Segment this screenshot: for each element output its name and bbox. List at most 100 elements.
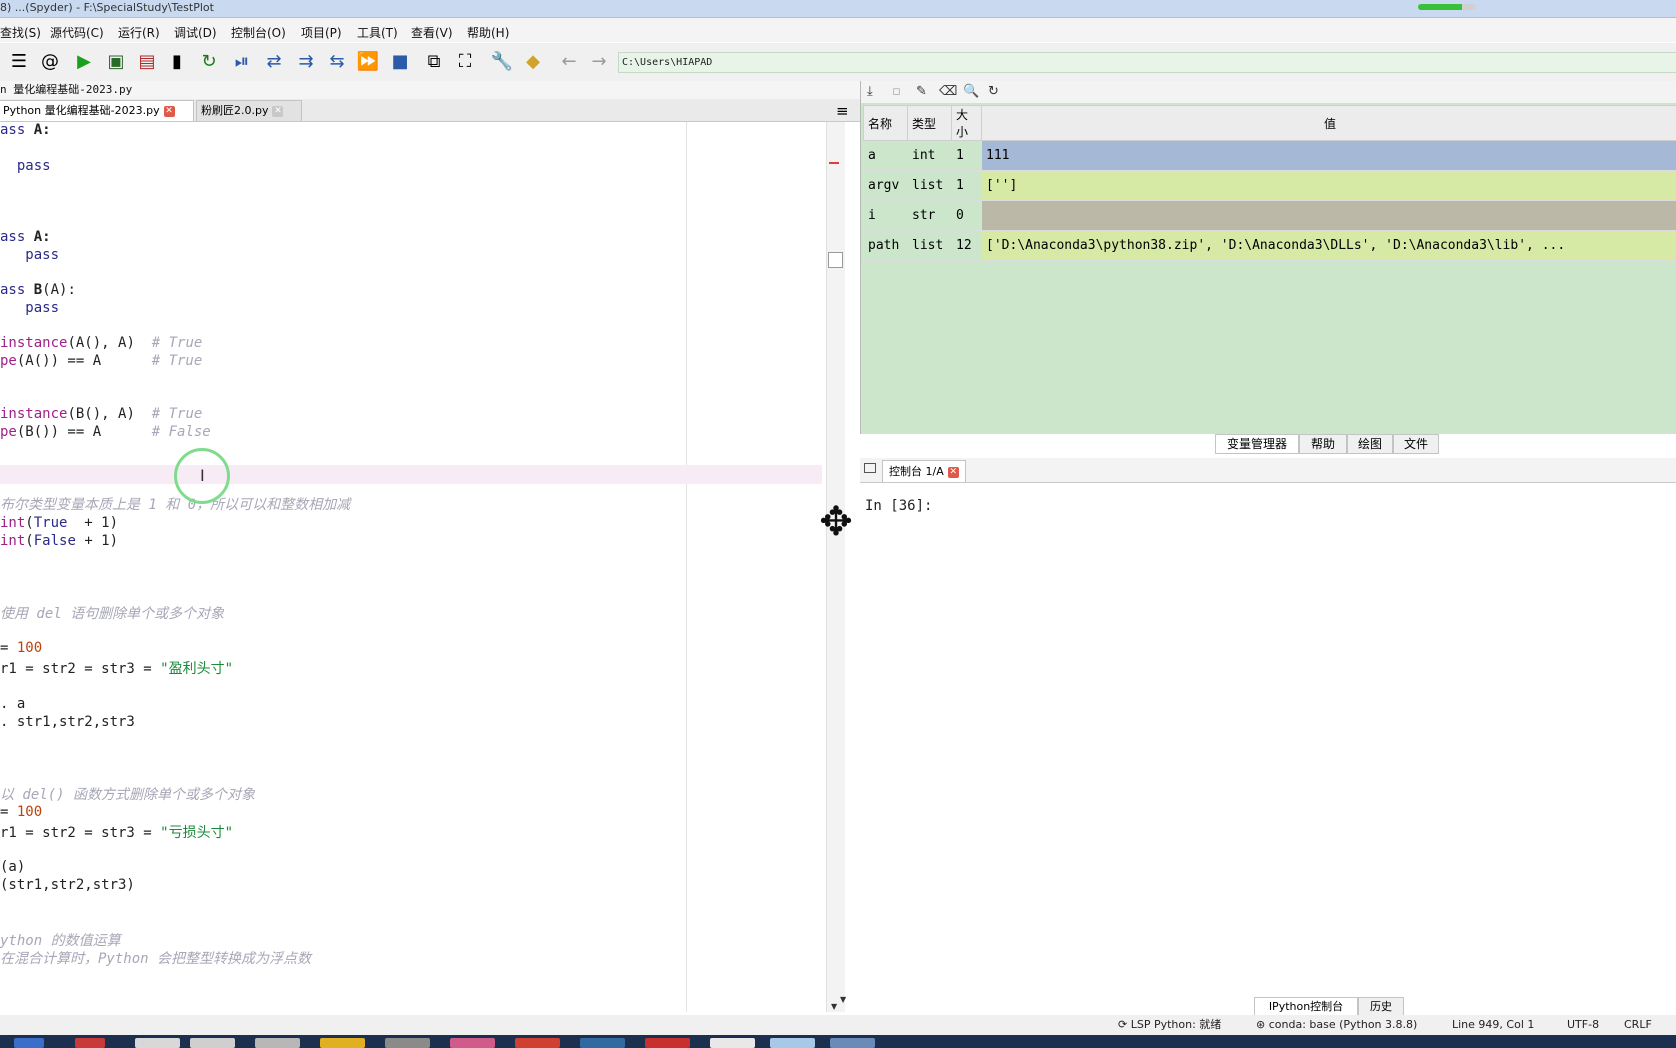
maximize-pane-icon[interactable]: ⧉ xyxy=(423,51,445,73)
debug-icon[interactable]: ⏯ xyxy=(231,51,253,73)
code-token: instance xyxy=(0,406,68,422)
import-data-icon[interactable]: ⤓ xyxy=(867,84,873,99)
search-icon[interactable]: 🔍 xyxy=(963,84,979,99)
fullscreen-icon[interactable]: ⛶ xyxy=(454,51,476,73)
table-row[interactable]: a int 1 111 xyxy=(863,140,1676,171)
step-return-icon[interactable]: ⇆ xyxy=(326,51,348,73)
run-cell-advance-icon[interactable]: ▤ xyxy=(136,51,158,73)
taskbar-app-icon[interactable] xyxy=(320,1038,365,1048)
taskbar-app-icon[interactable] xyxy=(830,1038,875,1048)
stop-icon[interactable]: ■ xyxy=(389,51,411,73)
menu-help[interactable]: 帮助(H) xyxy=(467,24,509,41)
step-icon[interactable]: ⇄ xyxy=(263,51,285,73)
column-name[interactable]: 名称 xyxy=(863,105,908,141)
save-as-icon[interactable]: ✎ xyxy=(916,84,927,99)
ipython-console[interactable]: In [36]: xyxy=(860,483,1676,997)
erase-icon[interactable]: ⌫ xyxy=(939,84,957,99)
run-cell-icon[interactable]: ▣ xyxy=(105,51,127,73)
taskbar-app-icon[interactable] xyxy=(645,1038,690,1048)
column-size[interactable]: 大小 xyxy=(951,105,982,141)
cell-size[interactable]: 1 xyxy=(951,170,982,201)
close-icon[interactable]: ✕ xyxy=(272,105,284,117)
cell-size[interactable]: 1 xyxy=(951,140,982,171)
continue-icon[interactable]: ⏩ xyxy=(357,51,379,73)
taskbar-app-icon[interactable] xyxy=(14,1038,44,1048)
taskbar-app-icon[interactable] xyxy=(135,1038,180,1048)
menu-projects[interactable]: 项目(P) xyxy=(301,24,342,41)
progress-bar xyxy=(1418,4,1476,10)
taskbar-app-icon[interactable] xyxy=(710,1038,755,1048)
taskbar-app-icon[interactable] xyxy=(450,1038,495,1048)
run-selection-icon[interactable]: ▮ xyxy=(166,51,188,73)
forward-icon[interactable]: → xyxy=(588,51,610,73)
code-editor[interactable]: ass A: pass ass A: pass ass B(A): pass inst… xyxy=(0,122,825,1012)
menu-view[interactable]: 查看(V) xyxy=(411,24,453,41)
outline-icon[interactable]: ☰ xyxy=(8,51,30,73)
table-row[interactable]: i str 0 xyxy=(863,200,1676,231)
column-value[interactable]: 值 xyxy=(981,105,1676,141)
code-token: . str1,str2,str3 xyxy=(0,714,135,730)
tab-variable-explorer[interactable]: 变量管理器 xyxy=(1215,434,1299,454)
cell-type[interactable]: int xyxy=(907,140,952,171)
cell-type[interactable]: list xyxy=(907,170,952,201)
at-icon[interactable]: @ xyxy=(39,51,61,73)
menu-console[interactable]: 控制台(O) xyxy=(231,24,286,41)
table-row[interactable]: path list 12 ['D:\Anaconda3\python38.zip', … xyxy=(863,230,1676,261)
cell-value[interactable]: ['D:\Anaconda3\python38.zip', 'D:\Anacon… xyxy=(981,230,1676,261)
tab-quant-basics[interactable]: Python 量化编程基础-2023.py ✕ xyxy=(0,100,194,121)
cell-name[interactable]: path xyxy=(863,230,908,261)
run-icon[interactable]: ▶ xyxy=(73,51,95,73)
tab-files[interactable]: 文件 xyxy=(1393,434,1439,454)
close-icon[interactable]: ✕ xyxy=(163,105,175,117)
console-options-icon[interactable] xyxy=(864,463,876,473)
taskbar-app-icon[interactable] xyxy=(770,1038,815,1048)
scroll-down-icon[interactable]: ▼ xyxy=(831,1002,837,1011)
refresh-icon[interactable]: ↻ xyxy=(988,84,999,99)
save-data-icon[interactable]: ▫ xyxy=(892,84,901,99)
taskbar-app-icon[interactable] xyxy=(255,1038,300,1048)
editor-scrollbar[interactable]: ▼ xyxy=(826,122,845,1012)
cell-value[interactable]: [''] xyxy=(981,170,1676,201)
cell-name[interactable]: a xyxy=(863,140,908,171)
taskbar-app-icon[interactable] xyxy=(385,1038,430,1048)
code-token: ython 的数值运算 xyxy=(0,933,121,949)
scroll-down-icon[interactable]: ▼ xyxy=(840,995,846,1004)
taskbar-app-icon[interactable] xyxy=(75,1038,105,1048)
tab-console[interactable]: 控制台 1/A ✕ xyxy=(882,460,966,482)
cell-value[interactable]: 111 xyxy=(981,140,1676,171)
menu-debug[interactable]: 调试(D) xyxy=(174,24,217,41)
taskbar-app-icon[interactable] xyxy=(515,1038,560,1048)
cell-name[interactable]: argv xyxy=(863,170,908,201)
variable-table: 名称 类型 大小 值 a int 1 111 argv list 1 [''] i str 0 pat… xyxy=(863,105,1676,261)
tab-plots[interactable]: 绘图 xyxy=(1347,434,1393,454)
cell-size[interactable]: 0 xyxy=(951,200,982,231)
tab-history[interactable]: 历史 xyxy=(1358,997,1404,1017)
menu-tools[interactable]: 工具(T) xyxy=(357,24,398,41)
code-line: int(True + 1) xyxy=(0,515,118,531)
code-line: pass xyxy=(0,158,51,174)
cell-name[interactable]: i xyxy=(863,200,908,231)
working-directory-field[interactable]: C:\Users\HIAPAD xyxy=(618,52,1676,73)
close-icon[interactable]: ✕ xyxy=(947,466,959,478)
column-type[interactable]: 类型 xyxy=(907,105,952,141)
taskbar-app-icon[interactable] xyxy=(580,1038,625,1048)
taskbar-app-icon[interactable] xyxy=(190,1038,235,1048)
tab-ipython-console[interactable]: IPython控制台 xyxy=(1254,997,1358,1017)
cell-value[interactable] xyxy=(981,200,1676,231)
preferences-icon[interactable]: 🔧 xyxy=(491,51,513,73)
pane-options-icon[interactable]: ≡ xyxy=(836,102,849,120)
tab-help[interactable]: 帮助 xyxy=(1299,434,1347,454)
scrollbar-thumb[interactable] xyxy=(828,252,843,268)
menu-run[interactable]: 运行(R) xyxy=(118,24,160,41)
table-row[interactable]: argv list 1 [''] xyxy=(863,170,1676,201)
tab-painter[interactable]: 粉刷匠2.0.py ✕ xyxy=(196,100,302,121)
cell-type[interactable]: str xyxy=(907,200,952,231)
step-into-icon[interactable]: ⇉ xyxy=(295,51,317,73)
cell-size[interactable]: 12 xyxy=(951,230,982,261)
menu-search[interactable]: 查找(S) xyxy=(0,24,41,41)
cell-type[interactable]: list xyxy=(907,230,952,261)
menu-source[interactable]: 源代码(C) xyxy=(50,24,104,41)
python-path-icon[interactable]: ◆ xyxy=(522,51,544,73)
back-icon[interactable]: ← xyxy=(558,51,580,73)
rerun-icon[interactable]: ↻ xyxy=(198,51,220,73)
